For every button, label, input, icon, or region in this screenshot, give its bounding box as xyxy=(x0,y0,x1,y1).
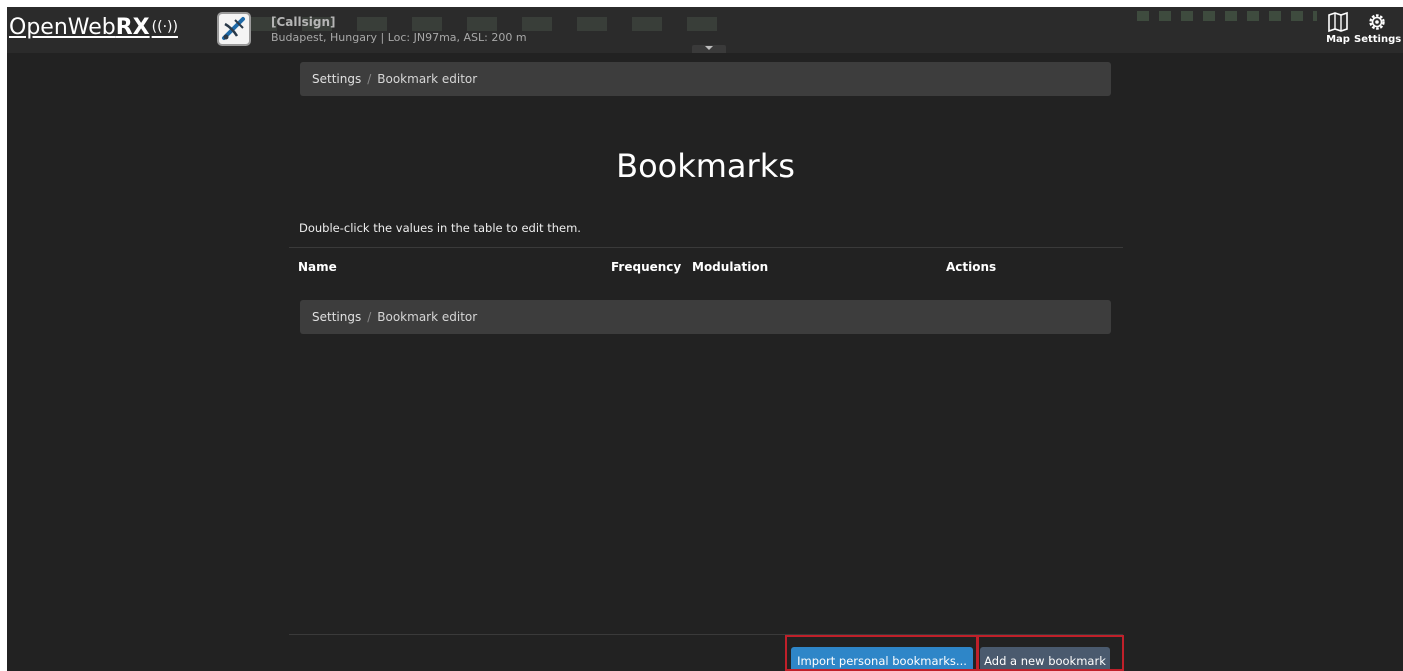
column-header-modulation: Modulation xyxy=(692,260,769,274)
page-title: Bookmarks xyxy=(616,147,795,185)
collapse-header-toggle[interactable] xyxy=(692,45,726,53)
map-button-label: Map xyxy=(1326,34,1350,45)
receiver-location: Budapest, Hungary | Loc: JN97ma, ASL: 20… xyxy=(271,31,527,44)
gear-icon xyxy=(1369,14,1385,30)
receiver-avatar[interactable] xyxy=(217,12,251,46)
receiver-info: [Callsign] Budapest, Hungary | Loc: JN97… xyxy=(271,14,527,46)
breadcrumb: Settings / Bookmark editor xyxy=(300,62,1111,96)
table-divider xyxy=(289,247,1123,248)
settings-button-label: Settings xyxy=(1354,34,1402,45)
signal-icon: ((·)) xyxy=(151,19,178,35)
breadcrumb: Settings / Bookmark editor xyxy=(300,300,1111,334)
breadcrumb-current: Bookmark editor xyxy=(377,310,478,324)
settings-button[interactable]: Settings xyxy=(1354,11,1402,45)
header-background-artifact xyxy=(1137,11,1317,21)
column-header-frequency: Frequency xyxy=(611,260,682,274)
breadcrumb-separator: / xyxy=(367,310,372,324)
breadcrumb-current: Bookmark editor xyxy=(377,72,478,86)
satellite-dish-icon xyxy=(222,17,245,40)
add-bookmark-button[interactable]: Add a new bookmark xyxy=(980,647,1110,671)
openwebrx-logo[interactable]: OpenWebRX ((·)) xyxy=(9,15,178,40)
logo-text-bold: RX xyxy=(115,15,150,40)
map-button[interactable]: Map xyxy=(1323,11,1353,45)
edit-hint: Double-click the values in the table to … xyxy=(299,221,581,235)
breadcrumb-separator: / xyxy=(367,72,372,86)
column-header-name: Name xyxy=(298,260,337,274)
receiver-callsign: [Callsign] xyxy=(271,15,336,29)
footer-divider xyxy=(289,634,1123,635)
app-window: OpenWebRX ((·)) [Callsign] Budapest, Hung… xyxy=(7,7,1403,671)
logo-text-prefix: OpenWeb xyxy=(9,15,116,40)
import-bookmarks-button[interactable]: Import personal bookmarks... xyxy=(791,647,973,671)
column-header-actions: Actions xyxy=(946,260,997,274)
map-icon xyxy=(1328,11,1348,33)
top-bar: OpenWebRX ((·)) [Callsign] Budapest, Hung… xyxy=(7,7,1403,53)
breadcrumb-settings-link[interactable]: Settings xyxy=(312,310,361,324)
breadcrumb-settings-link[interactable]: Settings xyxy=(312,72,361,86)
